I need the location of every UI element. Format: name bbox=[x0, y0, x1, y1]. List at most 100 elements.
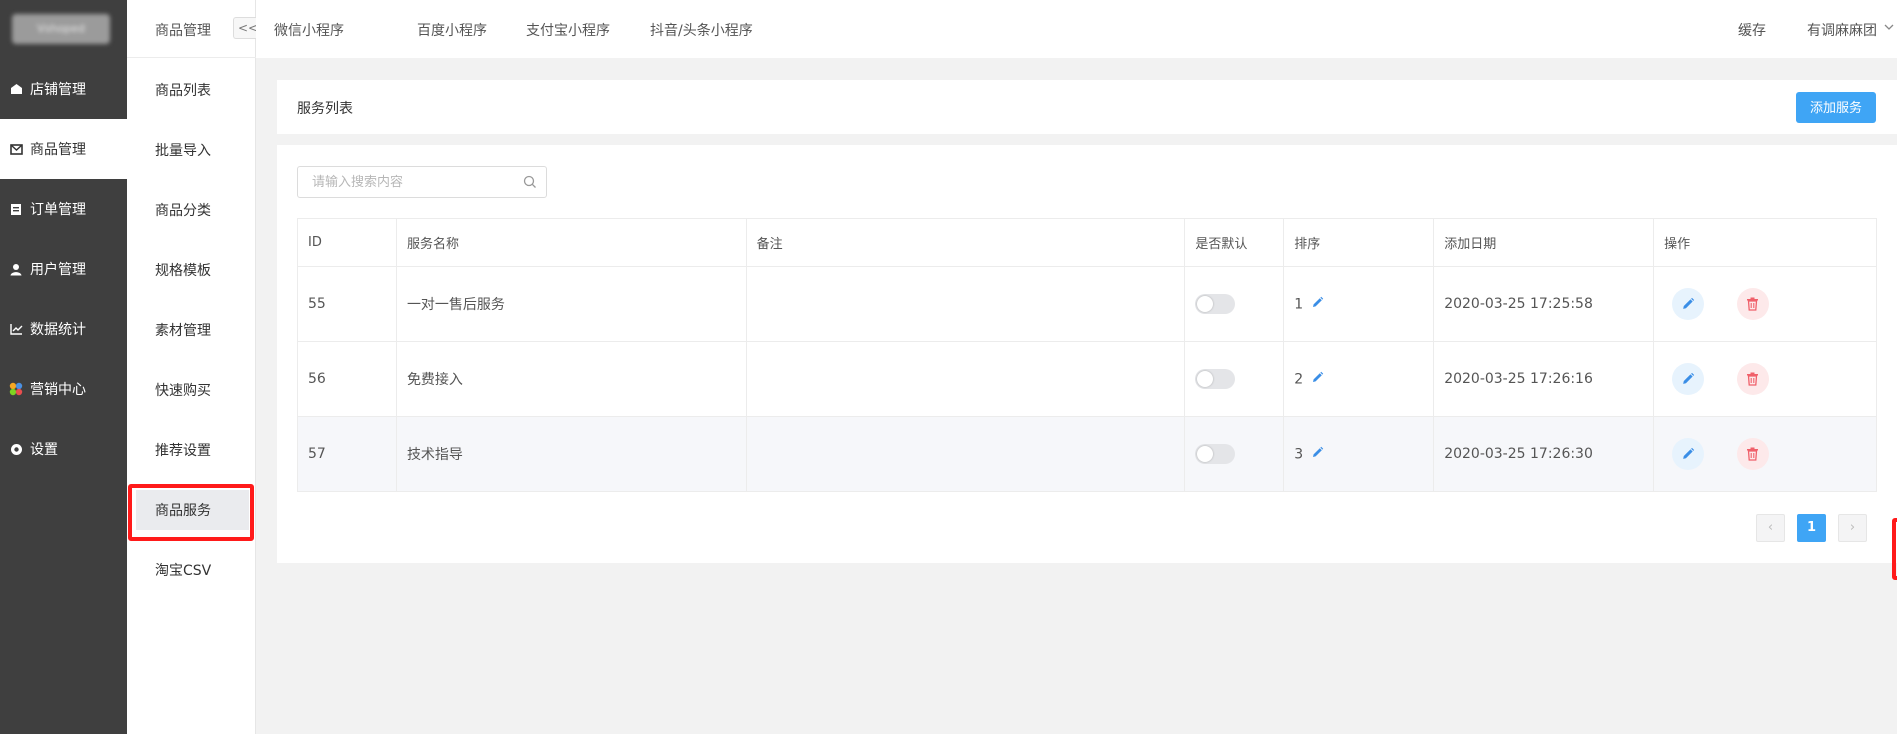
table-header-row: ID 服务名称 备注 是否默认 排序 添加日期 操作 bbox=[297, 218, 1877, 267]
account-menu[interactable]: 有调麻麻团 bbox=[1807, 20, 1877, 40]
service-list-panel: ID 服务名称 备注 是否默认 排序 添加日期 操作 55 一对一售后服务 1 … bbox=[277, 145, 1897, 563]
tab-douyin[interactable]: 抖音/头条小程序 bbox=[650, 20, 753, 40]
cell-id: 56 bbox=[297, 341, 397, 417]
default-toggle[interactable] bbox=[1195, 294, 1236, 314]
delete-button[interactable] bbox=[1736, 363, 1769, 395]
default-toggle[interactable] bbox=[1195, 444, 1236, 464]
cell-actions bbox=[1653, 266, 1877, 342]
sidebar-item-orders[interactable]: 订单管理 bbox=[0, 179, 127, 239]
gear-icon bbox=[9, 442, 23, 456]
trash-icon bbox=[1747, 447, 1759, 461]
column-header-default: 是否默认 bbox=[1184, 218, 1285, 267]
sort-value: 1 bbox=[1294, 296, 1304, 312]
cell-date: 2020-03-25 17:26:16 bbox=[1433, 341, 1655, 417]
cell-actions bbox=[1653, 341, 1877, 417]
sub-menu-item-taobao-csv[interactable]: 淘宝CSV bbox=[155, 560, 211, 580]
cell-remark bbox=[745, 266, 1186, 342]
cell-id: 55 bbox=[297, 266, 397, 342]
edit-button[interactable] bbox=[1672, 363, 1705, 395]
sidebar-item-users[interactable]: 用户管理 bbox=[0, 239, 127, 299]
sidebar-item-marketing[interactable]: 营销中心 bbox=[0, 359, 127, 419]
next-page-button[interactable]: › bbox=[1838, 514, 1867, 542]
column-header-id: ID bbox=[297, 218, 397, 267]
column-header-date: 添加日期 bbox=[1433, 218, 1655, 267]
pencil-icon[interactable] bbox=[1311, 371, 1324, 388]
add-service-button[interactable]: 添加服务 bbox=[1796, 92, 1876, 123]
chevron-down-icon[interactable] bbox=[1884, 20, 1894, 34]
tab-wechat[interactable]: 微信小程序 bbox=[274, 20, 344, 40]
cell-default bbox=[1184, 266, 1285, 342]
sub-menu-item-batch-import[interactable]: 批量导入 bbox=[155, 140, 211, 160]
sub-menu-item-materials[interactable]: 素材管理 bbox=[155, 320, 211, 340]
sub-menu-title: 商品管理 bbox=[155, 23, 211, 39]
cell-remark bbox=[745, 416, 1186, 492]
edit-button[interactable] bbox=[1672, 438, 1705, 470]
cell-date: 2020-03-25 17:26:30 bbox=[1433, 416, 1655, 492]
cell-name: 免费接入 bbox=[395, 341, 747, 417]
cell-name: 一对一售后服务 bbox=[395, 266, 747, 342]
tab-baidu[interactable]: 百度小程序 bbox=[417, 20, 487, 40]
pencil-icon[interactable] bbox=[1311, 446, 1324, 463]
top-bar: 微信小程序 百度小程序 支付宝小程序 抖音/头条小程序 缓存 有调麻麻团 bbox=[256, 0, 1897, 58]
main-sidebar: Vshoped 店铺管理 商品管理 订单管理 用户管理 数据统计 营销中心 设置 bbox=[0, 0, 127, 734]
user-icon bbox=[9, 262, 23, 276]
cell-name: 技术指导 bbox=[395, 416, 747, 492]
sidebar-item-store[interactable]: 店铺管理 bbox=[0, 59, 127, 119]
sort-value: 3 bbox=[1294, 446, 1304, 462]
edit-button[interactable] bbox=[1672, 288, 1705, 320]
sidebar-item-settings[interactable]: 设置 bbox=[0, 419, 127, 479]
trash-icon bbox=[1747, 297, 1759, 311]
page-title: 服务列表 bbox=[297, 101, 353, 117]
sub-menu-item-goods-list[interactable]: 商品列表 bbox=[155, 80, 211, 100]
edit-icon bbox=[1683, 297, 1695, 309]
goods-icon bbox=[9, 142, 23, 156]
sidebar-item-goods[interactable]: 商品管理 bbox=[0, 119, 127, 179]
highlight-box bbox=[128, 484, 254, 541]
table-row: 57 技术指导 3 2020-03-25 17:26:30 bbox=[297, 416, 1877, 492]
prev-page-button[interactable]: ‹ bbox=[1756, 514, 1785, 542]
cell-default bbox=[1184, 341, 1285, 417]
default-toggle[interactable] bbox=[1195, 369, 1236, 389]
cell-actions bbox=[1653, 416, 1877, 492]
service-table: ID 服务名称 备注 是否默认 排序 添加日期 操作 55 一对一售后服务 1 … bbox=[297, 218, 1877, 492]
store-icon bbox=[9, 82, 23, 96]
cell-sort: 1 bbox=[1283, 266, 1435, 342]
sort-value: 2 bbox=[1294, 371, 1304, 387]
cache-link[interactable]: 缓存 bbox=[1738, 20, 1766, 40]
sub-menu: 商品管理 << 商品列表 批量导入 商品分类 规格模板 素材管理 快速购买 推荐… bbox=[127, 0, 258, 734]
table-row: 55 一对一售后服务 1 2020-03-25 17:25:58 bbox=[297, 266, 1877, 342]
edit-icon bbox=[1683, 447, 1695, 459]
search-icon[interactable] bbox=[523, 175, 537, 193]
delete-button[interactable] bbox=[1736, 438, 1769, 470]
cell-id: 57 bbox=[297, 416, 397, 492]
tab-alipay[interactable]: 支付宝小程序 bbox=[526, 20, 610, 40]
sub-menu-item-spec-template[interactable]: 规格模板 bbox=[155, 260, 211, 280]
search-box bbox=[297, 166, 547, 198]
edge-highlight-box bbox=[1892, 518, 1897, 580]
pencil-icon[interactable] bbox=[1311, 296, 1324, 313]
sub-menu-header: 商品管理 << bbox=[127, 0, 258, 58]
delete-button[interactable] bbox=[1736, 288, 1769, 320]
page-button-current[interactable]: 1 bbox=[1797, 514, 1826, 542]
cell-sort: 2 bbox=[1283, 341, 1435, 417]
table-row: 56 免费接入 2 2020-03-25 17:26:16 bbox=[297, 341, 1877, 417]
column-header-remark: 备注 bbox=[745, 218, 1186, 267]
cell-default bbox=[1184, 416, 1285, 492]
sub-menu-item-recommend[interactable]: 推荐设置 bbox=[155, 440, 211, 460]
sub-menu-item-quick-buy[interactable]: 快速购买 bbox=[155, 380, 211, 400]
cell-sort: 3 bbox=[1283, 416, 1435, 492]
marketing-icon bbox=[9, 382, 23, 396]
sub-menu-item-category[interactable]: 商品分类 bbox=[155, 200, 211, 220]
sidebar-item-stats[interactable]: 数据统计 bbox=[0, 299, 127, 359]
column-header-name: 服务名称 bbox=[395, 218, 747, 267]
pagination: ‹ 1 › bbox=[1756, 514, 1879, 542]
cell-date: 2020-03-25 17:25:58 bbox=[1433, 266, 1655, 342]
search-input[interactable] bbox=[298, 167, 508, 197]
collapse-button[interactable]: << bbox=[233, 17, 258, 39]
column-header-sort: 排序 bbox=[1283, 218, 1435, 267]
chart-icon bbox=[9, 322, 23, 336]
trash-icon bbox=[1747, 372, 1759, 386]
cell-remark bbox=[745, 341, 1186, 417]
brand-logo[interactable]: Vshoped bbox=[12, 14, 110, 44]
order-icon bbox=[9, 202, 23, 216]
